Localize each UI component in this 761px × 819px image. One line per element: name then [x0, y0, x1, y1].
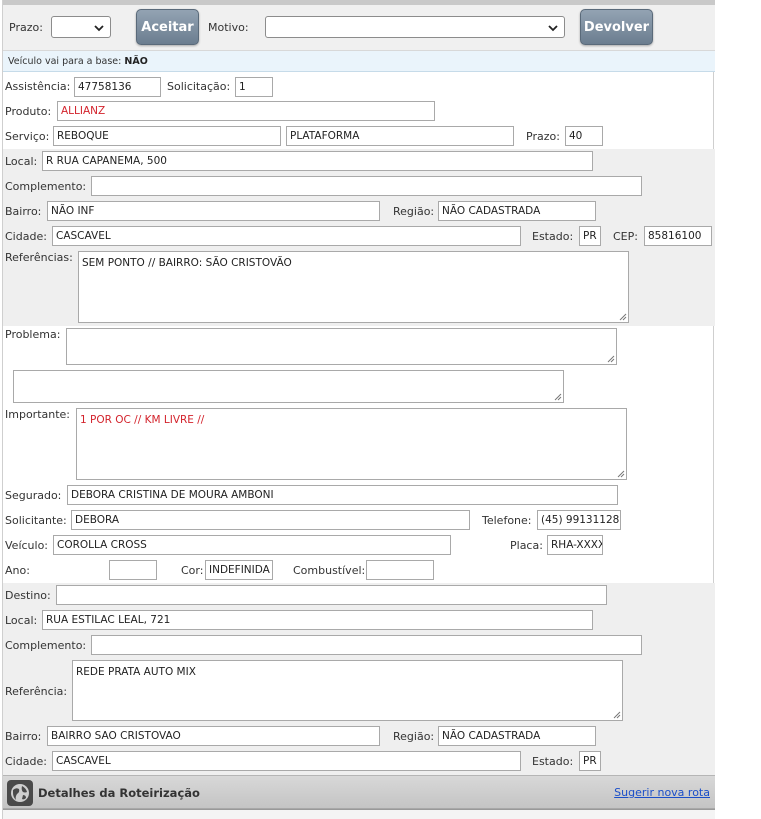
origin-bairro-label: Bairro:	[5, 205, 42, 218]
problema-label: Problema:	[5, 328, 61, 341]
origin-local-field[interactable]: R RUA CAPANEMA, 500	[42, 151, 593, 171]
veiculo-label: Veículo:	[5, 539, 49, 552]
origin-complemento-field[interactable]	[91, 176, 642, 196]
placa-field[interactable]: RHA-XXXX	[547, 535, 603, 555]
resize-grip-icon[interactable]	[613, 711, 621, 719]
origin-local-label: Local:	[5, 155, 38, 168]
telefone-field[interactable]: (45) 991311287	[537, 510, 621, 530]
destino-label: Destino:	[5, 589, 51, 602]
origin-referencias-textarea[interactable]: SEM PONTO // BAIRRO: SÃO CRISTOVÃO	[78, 251, 629, 323]
return-button[interactable]: Devolver	[580, 9, 653, 45]
resize-grip-icon[interactable]	[617, 470, 625, 478]
service-form: Prazo: Aceitar Motivo: Devolver Veículo …	[2, 0, 715, 819]
combustivel-field[interactable]	[366, 560, 434, 580]
importante-label: Importante:	[5, 408, 71, 421]
origin-complemento-label: Complemento:	[5, 180, 87, 193]
produto-field[interactable]: ALLIANZ	[57, 101, 435, 121]
solicitacao-field[interactable]: 1	[235, 77, 273, 97]
dest-complemento-label: Complemento:	[5, 639, 87, 652]
accept-button[interactable]: Aceitar	[136, 9, 199, 45]
importante-text: 1 POR OC // KM LIVRE //	[80, 414, 205, 426]
ano-field[interactable]	[109, 560, 157, 580]
assistencia-label: Assistência:	[5, 80, 71, 93]
origin-regiao-field[interactable]: NÃO CADASTRADA	[438, 201, 596, 221]
origin-referencias-text: SEM PONTO // BAIRRO: SÃO CRISTOVÃO	[82, 257, 292, 269]
dest-referencia-textarea[interactable]: REDE PRATA AUTO MIX	[72, 660, 623, 721]
dest-regiao-label: Região:	[393, 730, 435, 743]
motivo-label: Motivo:	[208, 21, 249, 34]
origin-cidade-field[interactable]: CASCAVEL	[52, 226, 521, 246]
service-prazo-field[interactable]: 40	[565, 126, 603, 146]
dest-complemento-field[interactable]	[91, 635, 642, 655]
prazo-select[interactable]	[51, 16, 111, 38]
cor-label: Cor:	[181, 564, 204, 577]
dest-estado-label: Estado:	[532, 755, 574, 768]
dest-bairro-label: Bairro:	[5, 730, 42, 743]
produto-label: Produto:	[5, 105, 52, 118]
suggest-route-link[interactable]: Sugerir nova rota	[614, 786, 710, 799]
importante-textarea[interactable]: 1 POR OC // KM LIVRE //	[76, 408, 627, 480]
servico-label: Serviço:	[5, 130, 50, 143]
toolbar: Prazo: Aceitar Motivo: Devolver	[3, 5, 715, 51]
chevron-down-icon	[94, 25, 104, 32]
dest-estado-field[interactable]: PR	[579, 751, 601, 771]
base-info-label: Veículo vai para a base:	[8, 56, 122, 67]
servico-type-field[interactable]: PLATAFORMA	[286, 126, 514, 146]
dest-local-field[interactable]: RUA ESTILAC LEAL, 721	[42, 610, 593, 630]
service-prazo-label: Prazo:	[526, 130, 560, 143]
prazo-label: Prazo:	[9, 21, 43, 34]
resize-grip-icon[interactable]	[607, 355, 615, 363]
routing-panel	[3, 809, 715, 819]
origin-regiao-label: Região:	[393, 205, 435, 218]
segurado-label: Segurado:	[5, 489, 62, 502]
solicitante-field[interactable]: DEBORA	[71, 510, 470, 530]
telefone-label: Telefone:	[482, 514, 532, 527]
origin-cidade-label: Cidade:	[5, 230, 47, 243]
origin-estado-label: Estado:	[532, 230, 574, 243]
dest-referencia-text: REDE PRATA AUTO MIX	[76, 666, 196, 678]
routing-details-bar: Detalhes da Roteirização Sugerir nova ro…	[3, 775, 715, 809]
combustivel-label: Combustível:	[293, 564, 366, 577]
dest-cidade-field[interactable]: CASCAVEL	[52, 751, 521, 771]
dest-local-label: Local:	[5, 614, 38, 627]
origin-referencias-label: Referências:	[5, 251, 73, 264]
routing-details-title: Detalhes da Roteirização	[38, 786, 200, 800]
origin-cep-label: CEP:	[613, 230, 638, 243]
veiculo-field[interactable]: COROLLA CROSS	[53, 535, 451, 555]
problema-extra-textarea[interactable]	[13, 370, 564, 403]
base-info-bar: Veículo vai para a base: NÃO	[3, 51, 715, 72]
motivo-select[interactable]	[265, 16, 565, 38]
chevron-down-icon	[548, 25, 558, 32]
segurado-field[interactable]: DEBORA CRISTINA DE MOURA AMBONI	[67, 485, 618, 505]
dest-bairro-field[interactable]: BAIRRO SAO CRISTOVAO	[47, 726, 380, 746]
assistencia-field[interactable]: 47758136	[74, 77, 161, 97]
origin-estado-field[interactable]: PR	[579, 226, 601, 246]
dest-referencia-label: Referência:	[5, 685, 68, 698]
cor-field[interactable]: INDEFINIDA	[205, 560, 273, 580]
solicitacao-label: Solicitação:	[167, 80, 231, 93]
resize-grip-icon[interactable]	[554, 393, 562, 401]
destino-field[interactable]	[56, 585, 607, 605]
placa-label: Placa:	[510, 539, 543, 552]
dest-regiao-field[interactable]: NÃO CADASTRADA	[438, 726, 596, 746]
problema-textarea[interactable]	[66, 328, 617, 365]
origin-cep-field[interactable]: 85816100	[644, 226, 712, 246]
ano-label: Ano:	[5, 564, 30, 577]
dest-cidade-label: Cidade:	[5, 755, 47, 768]
base-info-value: NÃO	[124, 56, 148, 67]
servico-field[interactable]: REBOQUE	[53, 126, 281, 146]
origin-bairro-field[interactable]: NÃO INF	[47, 201, 380, 221]
resize-grip-icon[interactable]	[619, 313, 627, 321]
globe-icon	[7, 780, 33, 806]
solicitante-label: Solicitante:	[5, 514, 67, 527]
